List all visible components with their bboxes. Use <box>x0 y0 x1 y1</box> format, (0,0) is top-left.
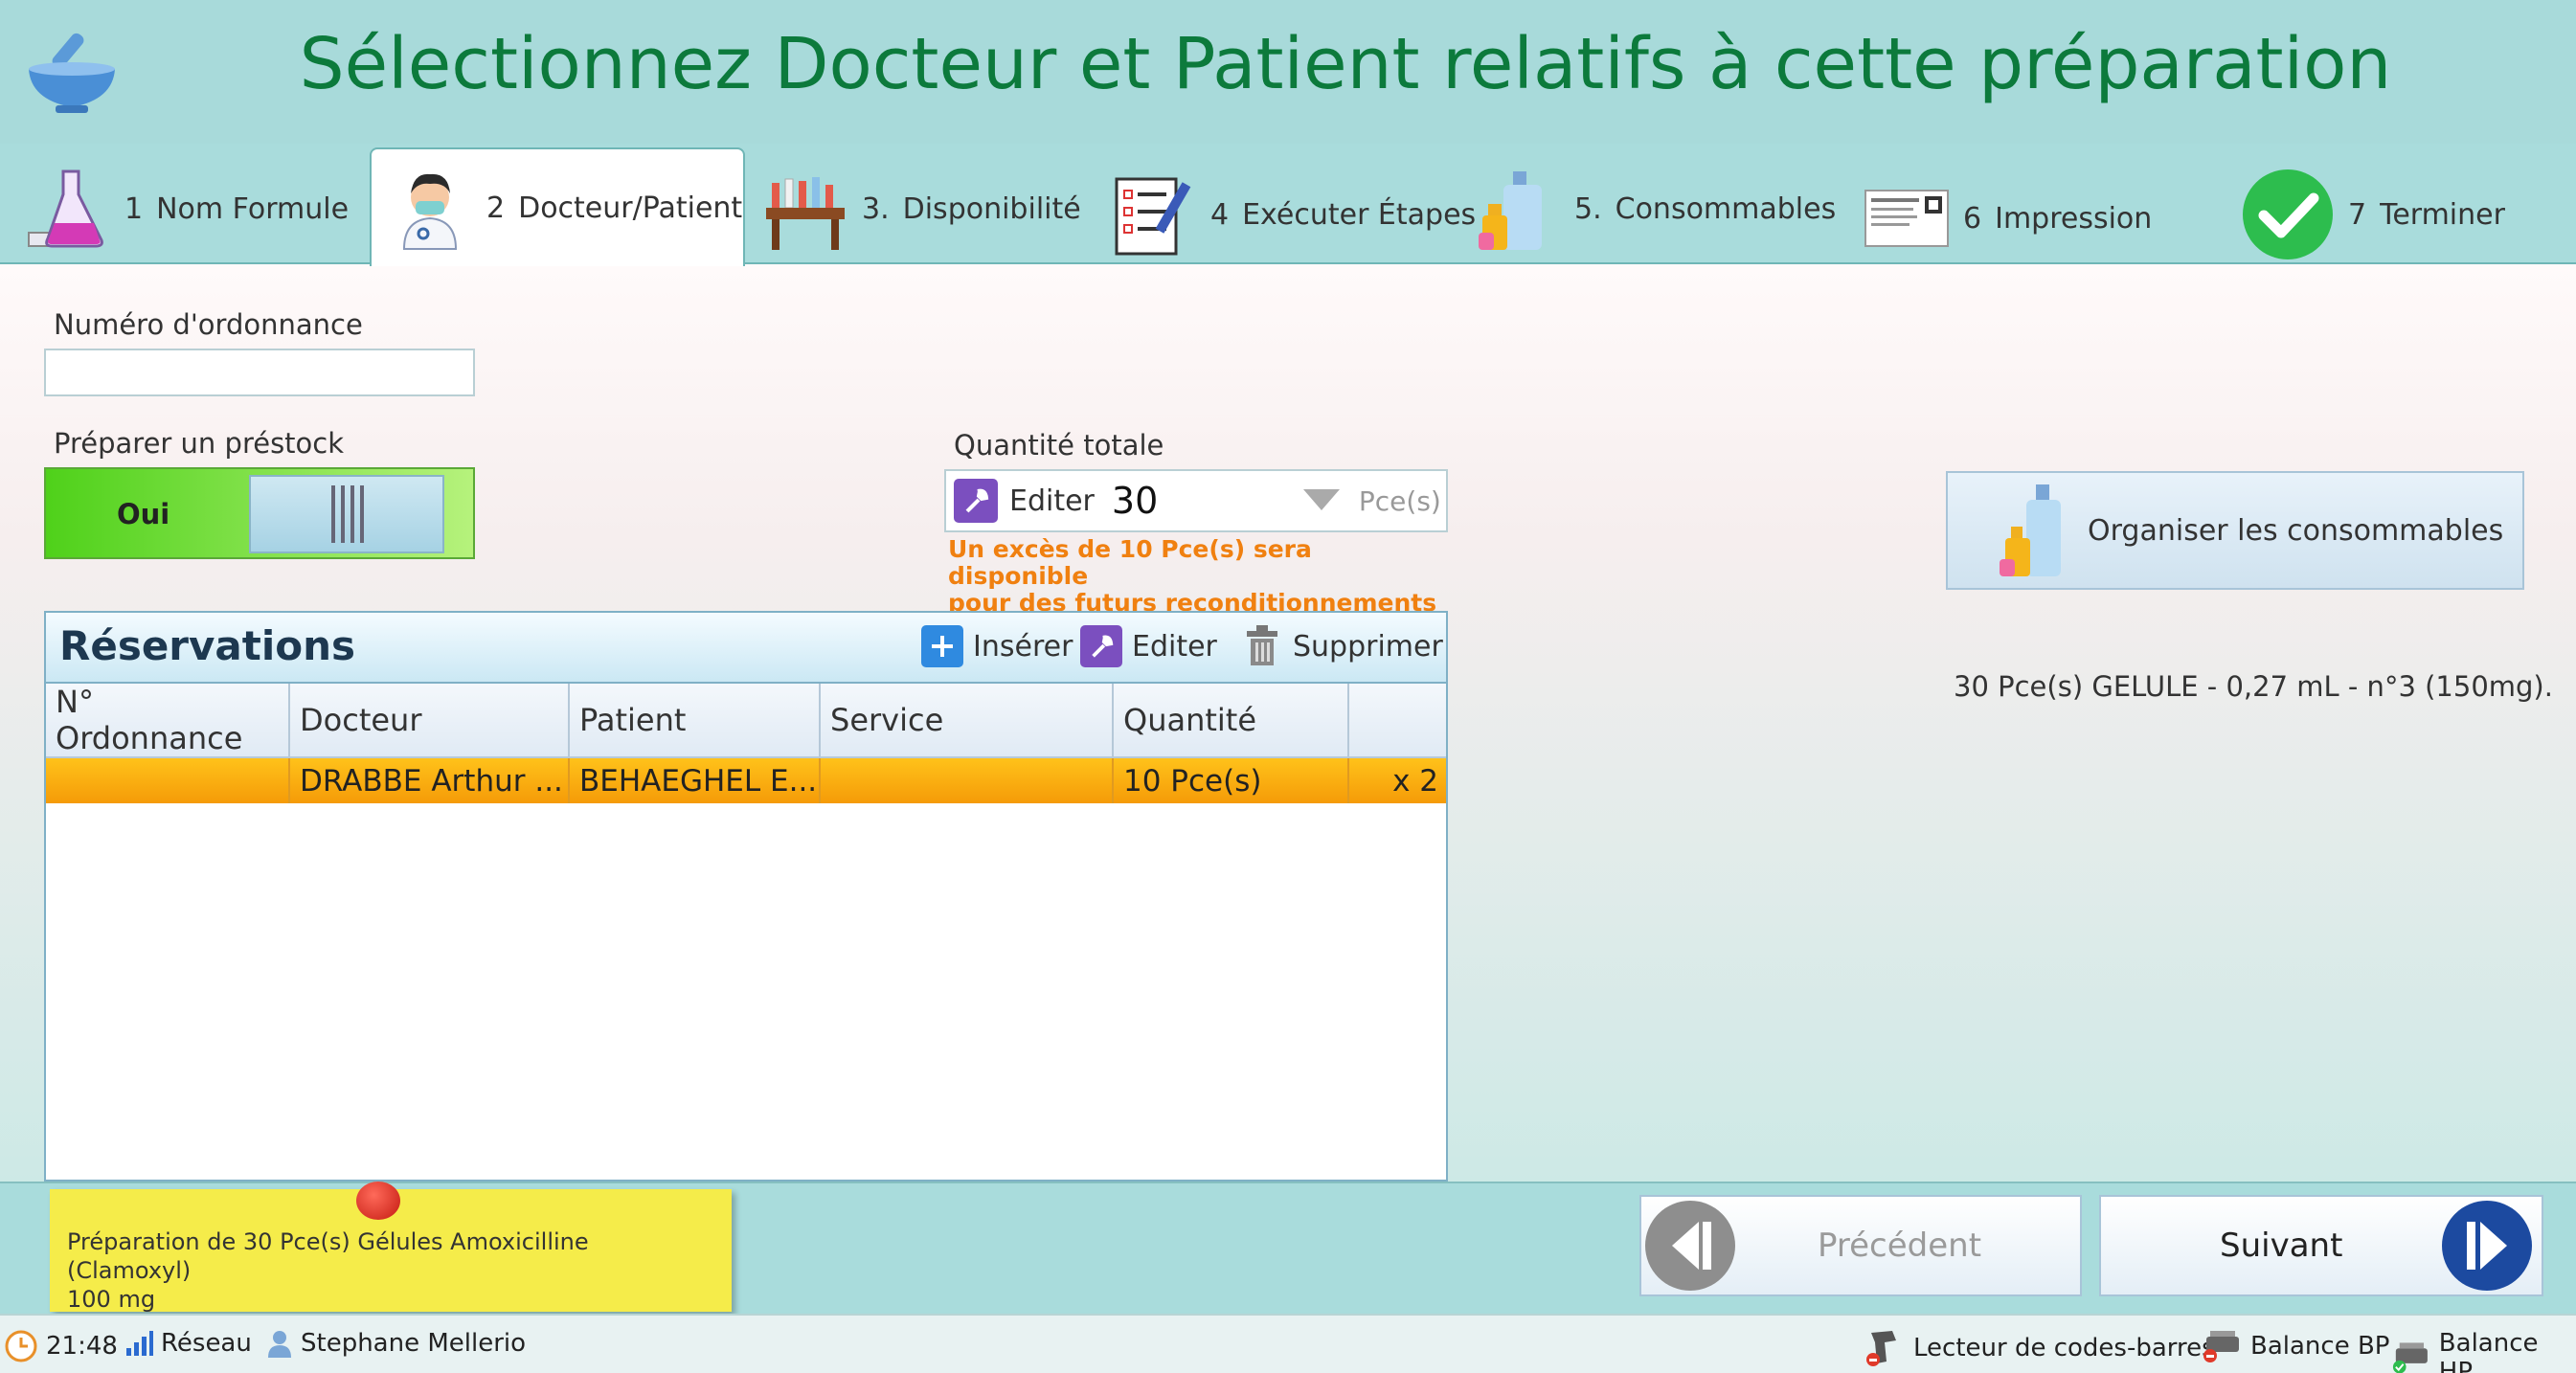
tab-label: Impression <box>1995 201 2153 236</box>
reservations-title: Réservations <box>59 622 355 669</box>
pin-icon <box>356 1182 400 1220</box>
table-icon <box>766 177 845 250</box>
col-quantite[interactable]: Quantité <box>1113 684 1349 758</box>
organiser-consommables-button[interactable]: Organiser les consommables <box>1946 471 2524 590</box>
clock-icon <box>5 1330 37 1362</box>
col-service[interactable]: Service <box>820 684 1114 758</box>
table-row[interactable]: DRABBE Arthur ... BEHAEGHEL E... 10 Pce(… <box>46 757 1446 803</box>
previous-icon <box>1645 1201 1735 1291</box>
barcode-reader-status[interactable]: Lecteur de codes-barres <box>1864 1329 2215 1367</box>
prestock-toggle[interactable]: Oui <box>44 467 475 559</box>
inserer-button[interactable]: Insérer <box>921 622 1073 670</box>
barcode-scanner-icon <box>1866 1331 1896 1366</box>
tab-terminer[interactable]: 7 Terminer <box>2241 159 2505 270</box>
excess-warning: Un excès de 10 Pce(s) sera disponible po… <box>948 535 1437 617</box>
status-bar: 21:48 Réseau Stephane Mellerio Lecteur d… <box>0 1314 2576 1373</box>
user-icon <box>268 1331 291 1358</box>
quantite-field[interactable]: Editer 30 Pce(s) <box>944 469 1448 532</box>
doctor-icon <box>402 173 458 250</box>
chevron-down-icon[interactable] <box>1302 489 1340 512</box>
page-title: Sélectionnez Docteur et Patient relatifs… <box>299 23 2392 105</box>
suivant-button[interactable]: Suivant <box>2099 1195 2543 1296</box>
clock: 21:48 <box>4 1329 118 1363</box>
cell-docteur: DRABBE Arthur ... <box>289 757 570 803</box>
scale-icon <box>2392 1342 2428 1373</box>
wrench-icon[interactable] <box>954 479 998 523</box>
next-icon <box>2442 1201 2533 1291</box>
reservations-toolbar: Réservations Insérer Editer Supprimer <box>46 613 1446 684</box>
reservations-table: N° Ordonnance Docteur Patient Service Qu… <box>46 684 1446 803</box>
header: Sélectionnez Docteur et Patient relatifs… <box>0 0 2576 144</box>
plus-icon <box>921 625 963 667</box>
sticky-note: Préparation de 30 Pce(s) Gélules Amoxici… <box>50 1182 732 1313</box>
footer: Préparation de 30 Pce(s) Gélules Amoxici… <box>0 1182 2576 1314</box>
ordonnance-label: Numéro d'ordonnance <box>54 308 363 341</box>
balance-bp-status[interactable]: Balance BP <box>2201 1329 2389 1363</box>
editer-button[interactable]: Editer <box>1080 622 1217 670</box>
col-patient[interactable]: Patient <box>569 684 821 758</box>
checklist-icon <box>1115 177 1191 256</box>
col-docteur[interactable]: Docteur <box>289 684 570 758</box>
toggle-knob[interactable] <box>249 475 444 553</box>
tab-nom-formule[interactable]: 1 Nom Formule <box>25 153 349 264</box>
col-mult[interactable] <box>1348 684 1446 758</box>
trash-icon <box>1241 625 1283 667</box>
reservations-panel: Réservations Insérer Editer Supprimer N°… <box>44 611 1448 1182</box>
tab-label: Docteur/Patient <box>518 191 743 225</box>
wizard-tabs: 1 Nom Formule 2 Docteur/Patient 3. Dispo… <box>0 144 2576 266</box>
bottles-icon <box>2000 484 2061 576</box>
tab-docteur-patient[interactable]: 2 Docteur/Patient <box>370 147 745 266</box>
grip-icon <box>331 485 364 543</box>
cell-service <box>820 757 1114 803</box>
table-header-row: N° Ordonnance Docteur Patient Service Qu… <box>46 684 1446 758</box>
bottles-icon <box>1479 171 1542 250</box>
quantite-label: Quantité totale <box>954 429 1164 461</box>
supprimer-button[interactable]: Supprimer <box>1241 622 1443 670</box>
consommables-summary: 30 Pce(s) GELULE - 0,27 mL - n°3 (150mg)… <box>1954 670 2553 703</box>
cell-quantite: 10 Pce(s) <box>1113 757 1349 803</box>
precedent-button[interactable]: Précédent <box>1639 1195 2082 1296</box>
user-status: Stephane Mellerio <box>266 1329 526 1358</box>
edit-label: Editer <box>1009 484 1095 518</box>
scale-icon <box>2203 1331 2239 1362</box>
label-icon <box>1864 190 1949 247</box>
ordonnance-input[interactable] <box>44 349 475 396</box>
quantite-unit: Pce(s) <box>1358 484 1441 517</box>
network-status: Réseau <box>124 1329 252 1358</box>
cell-ordonnance <box>46 757 290 803</box>
cell-mult: x 2 <box>1348 757 1446 803</box>
tab-label: Exécuter Étapes <box>1242 197 1477 232</box>
tab-executer-etapes[interactable]: 4 Exécuter Étapes <box>1111 159 1476 270</box>
tab-label: Nom Formule <box>156 191 350 226</box>
tab-impression[interactable]: 6 Impression <box>1864 163 2152 274</box>
tab-disponibilite[interactable]: 3. Disponibilité <box>762 153 1081 264</box>
tab-label: Terminer <box>2380 197 2505 232</box>
signal-icon <box>126 1331 153 1356</box>
col-ordonnance[interactable]: N° Ordonnance <box>46 684 290 758</box>
tab-label: Consommables <box>1615 191 1837 226</box>
cell-patient: BEHAEGHEL E... <box>569 757 821 803</box>
balance-hp-status[interactable]: Balance HP <box>2390 1329 2576 1373</box>
tab-consommables[interactable]: 5. Consommables <box>1475 153 1836 264</box>
quantite-value[interactable]: 30 <box>1112 480 1303 522</box>
wrench-icon <box>1080 625 1122 667</box>
toggle-state: Oui <box>117 498 170 530</box>
prestock-label: Préparer un préstock <box>54 427 345 460</box>
flask-icon <box>28 169 103 248</box>
check-icon <box>2243 169 2333 259</box>
tab-label: Disponibilité <box>902 191 1081 226</box>
